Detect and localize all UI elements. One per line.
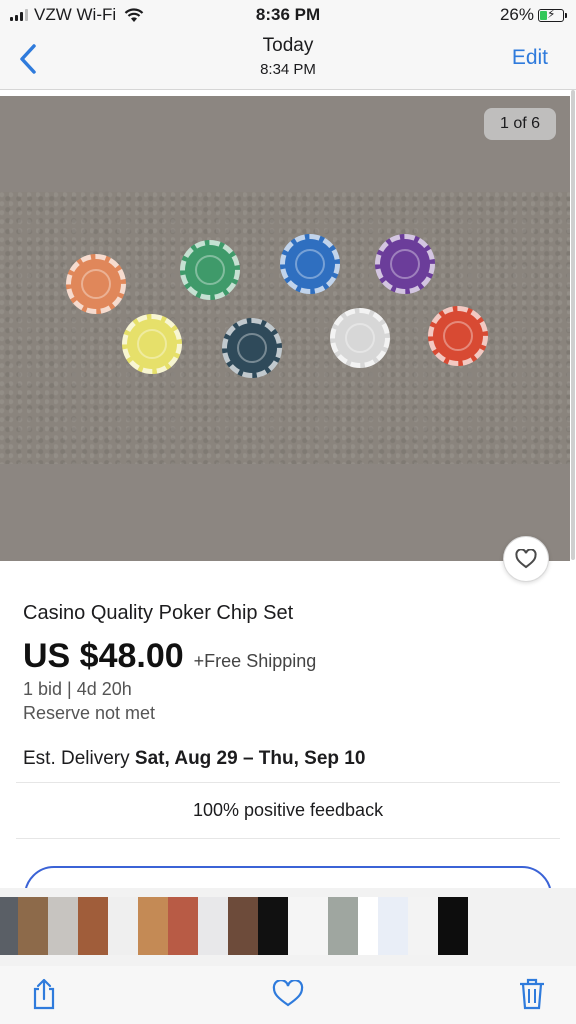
divider <box>16 838 560 839</box>
battery-icon: ⚡ <box>538 7 567 22</box>
like-button[interactable] <box>271 976 305 1012</box>
listing-photo-area[interactable]: 1 of 6 <box>0 96 570 561</box>
thumbnail-list <box>0 897 468 955</box>
photo-counter-badge: 1 of 6 <box>483 108 556 140</box>
bottom-toolbar <box>0 966 576 1024</box>
reserve-status: Reserve not met <box>23 703 156 723</box>
divider <box>16 782 560 783</box>
share-button[interactable] <box>27 976 61 1012</box>
shipping-info: +Free Shipping <box>193 651 317 671</box>
thumbnail[interactable] <box>168 897 198 955</box>
status-time: 8:36 PM <box>255 5 321 24</box>
price-row: US $48.00 +Free Shipping <box>23 637 316 676</box>
nav-bar: Today 8:34 PM Edit <box>0 30 576 90</box>
thumbnail[interactable] <box>108 897 138 955</box>
trash-icon <box>520 978 544 1010</box>
thumbnail[interactable] <box>228 897 258 955</box>
item-title: Casino Quality Poker Chip Set <box>23 602 294 624</box>
watch-button[interactable] <box>503 536 549 582</box>
delete-button[interactable] <box>515 976 549 1012</box>
nav-subtitle: 8:34 PM <box>260 61 316 78</box>
seller-feedback[interactable]: 100% positive feedback <box>0 800 576 821</box>
poker-chip <box>66 254 126 314</box>
share-icon <box>33 978 55 1010</box>
poker-chip <box>330 308 390 368</box>
thumbnail[interactable] <box>48 897 78 955</box>
status-bar: VZW Wi-Fi 8:36 PM 26% ⚡ <box>0 0 576 30</box>
thumbnail-strip[interactable] <box>0 888 576 966</box>
thumbnail[interactable] <box>198 897 228 955</box>
estimated-delivery: Est. Delivery Sat, Aug 29 – Thu, Sep 10 <box>23 748 365 770</box>
bid-info: 1 bid | 4d 20h <box>23 679 132 699</box>
heart-icon <box>272 980 304 1007</box>
poker-chip <box>428 306 488 366</box>
poker-chip <box>180 240 240 300</box>
thumbnail[interactable] <box>288 897 328 955</box>
delivery-label: Est. Delivery <box>23 748 130 769</box>
thumbnail[interactable] <box>408 897 438 955</box>
delivery-dates: Sat, Aug 29 – Thu, Sep 10 <box>134 748 366 769</box>
thumbnail[interactable] <box>378 897 408 955</box>
battery-percent: 26% <box>499 5 534 24</box>
thumbnail[interactable] <box>358 897 378 955</box>
thumbnail[interactable] <box>328 897 358 955</box>
thumbnail[interactable] <box>258 897 288 955</box>
status-right: 26% ⚡ <box>499 5 567 25</box>
nav-title: Today <box>262 35 314 56</box>
listing-photo <box>0 192 570 464</box>
thumbnail[interactable] <box>0 897 18 955</box>
poker-chip <box>375 234 435 294</box>
edit-button[interactable]: Edit <box>512 46 548 70</box>
thumbnail[interactable] <box>78 897 108 955</box>
poker-chip <box>280 234 340 294</box>
scroll-indicator <box>571 90 575 560</box>
thumbnail[interactable] <box>138 897 168 955</box>
thumbnail[interactable] <box>18 897 48 955</box>
thumbnail[interactable] <box>438 897 468 955</box>
poker-chip <box>222 318 282 378</box>
poker-chip <box>122 314 182 374</box>
heart-icon <box>515 549 537 569</box>
item-price: US $48.00 <box>23 637 184 675</box>
